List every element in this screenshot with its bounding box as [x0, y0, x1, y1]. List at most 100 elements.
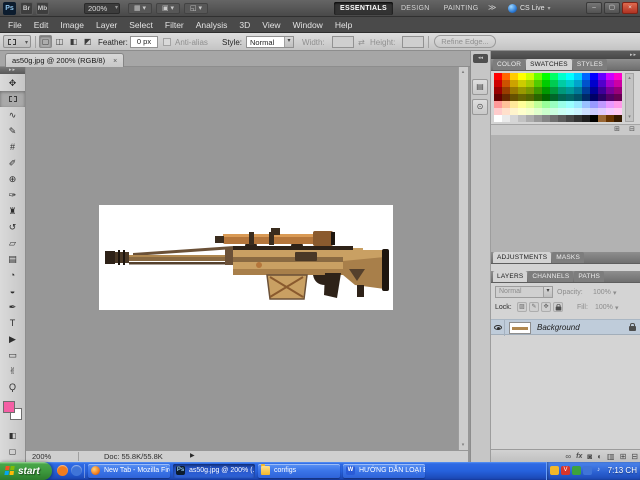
- spot-healing-brush-tool[interactable]: ⊕: [0, 171, 25, 187]
- swatch-4-4[interactable]: [526, 101, 534, 108]
- clone-stamp-tool[interactable]: ♜: [0, 203, 25, 219]
- panel-tab-styles[interactable]: STYLES: [572, 59, 607, 70]
- toolbar-expand-icon[interactable]: ▸▸: [0, 67, 25, 74]
- swatch-2-12[interactable]: [590, 87, 598, 94]
- swatch-0-4[interactable]: [526, 73, 534, 80]
- swatch-6-1[interactable]: [502, 115, 510, 122]
- workspace-design[interactable]: DESIGN: [395, 2, 436, 15]
- panel-tab-swatches[interactable]: SWATCHES: [526, 59, 572, 70]
- add-to-selection-icon[interactable]: ◫: [53, 35, 66, 48]
- swatch-6-15[interactable]: [614, 115, 622, 122]
- swatch-2-15[interactable]: [614, 87, 622, 94]
- swatch-6-12[interactable]: [590, 115, 598, 122]
- swatch-1-12[interactable]: [590, 80, 598, 87]
- swatch-1-10[interactable]: [574, 80, 582, 87]
- swatch-6-14[interactable]: [606, 115, 614, 122]
- swatches-scrollbar[interactable]: ▴ ▾: [625, 73, 634, 122]
- swatch-1-1[interactable]: [502, 80, 510, 87]
- swatch-3-9[interactable]: [566, 94, 574, 101]
- swatch-0-9[interactable]: [566, 73, 574, 80]
- swatch-2-6[interactable]: [542, 87, 550, 94]
- adjustment-layer-icon[interactable]: ◐: [597, 451, 602, 462]
- menu-3d[interactable]: 3D: [233, 17, 256, 33]
- mini-bridge-icon[interactable]: Mb: [36, 2, 49, 15]
- swatch-3-14[interactable]: [606, 94, 614, 101]
- swatch-2-5[interactable]: [534, 87, 542, 94]
- dodge-tool[interactable]: ◒: [0, 283, 25, 299]
- move-tool[interactable]: ✥: [0, 75, 25, 91]
- blur-tool[interactable]: ◔: [0, 267, 25, 283]
- swatch-4-5[interactable]: [534, 101, 542, 108]
- add-layer-mask-icon[interactable]: ◙: [587, 451, 592, 462]
- close-icon[interactable]: ×: [113, 58, 117, 65]
- minimize-button[interactable]: –: [586, 2, 602, 14]
- crop-tool[interactable]: #: [0, 139, 25, 155]
- swatch-3-6[interactable]: [542, 94, 550, 101]
- swatch-3-15[interactable]: [614, 94, 622, 101]
- swatch-6-10[interactable]: [574, 115, 582, 122]
- swatch-5-14[interactable]: [606, 108, 614, 115]
- swatch-3-0[interactable]: [494, 94, 502, 101]
- arrange-documents-icon[interactable]: ▣ ▾: [156, 3, 180, 14]
- swatch-0-2[interactable]: [510, 73, 518, 80]
- history-brush-tool[interactable]: ↺: [0, 219, 25, 235]
- quick-selection-tool[interactable]: ✎: [0, 123, 25, 139]
- screen-mode-button[interactable]: ▢: [0, 445, 25, 459]
- swatch-5-15[interactable]: [614, 108, 622, 115]
- menu-help[interactable]: Help: [329, 17, 358, 33]
- swatch-3-10[interactable]: [574, 94, 582, 101]
- scroll-down-icon[interactable]: ▾: [626, 114, 633, 120]
- scroll-down-icon[interactable]: ▾: [459, 442, 467, 448]
- swatch-0-15[interactable]: [614, 73, 622, 80]
- swatch-3-13[interactable]: [598, 94, 606, 101]
- zoom-level-control[interactable]: 200% ▾: [84, 3, 120, 14]
- swatch-0-12[interactable]: [590, 73, 598, 80]
- swatch-4-3[interactable]: [518, 101, 526, 108]
- vertical-scrollbar[interactable]: ▴ ▾: [458, 67, 468, 450]
- swatch-6-0[interactable]: [494, 115, 502, 122]
- swatch-3-11[interactable]: [582, 94, 590, 101]
- panel-tab-color[interactable]: COLOR: [493, 59, 526, 70]
- workspace-overflow-icon[interactable]: ≫: [488, 3, 496, 12]
- swatch-6-3[interactable]: [518, 115, 526, 122]
- screen-mode-icon[interactable]: ◱ ▾: [184, 3, 208, 14]
- swatch-1-13[interactable]: [598, 80, 606, 87]
- swatch-4-11[interactable]: [582, 101, 590, 108]
- swatch-5-4[interactable]: [526, 108, 534, 115]
- delete-swatch-icon[interactable]: ⊟: [626, 125, 638, 135]
- menu-filter[interactable]: Filter: [159, 17, 190, 33]
- swatch-5-6[interactable]: [542, 108, 550, 115]
- link-layers-icon[interactable]: ∞: [565, 451, 571, 462]
- swatch-2-11[interactable]: [582, 87, 590, 94]
- swatch-2-4[interactable]: [526, 87, 534, 94]
- status-zoom-field[interactable]: 200%: [32, 452, 51, 461]
- swatch-6-11[interactable]: [582, 115, 590, 122]
- swatch-2-0[interactable]: [494, 87, 502, 94]
- swatch-6-7[interactable]: [550, 115, 558, 122]
- close-button[interactable]: ×: [622, 2, 638, 14]
- swatch-5-0[interactable]: [494, 108, 502, 115]
- tray-icon-4[interactable]: [583, 466, 592, 475]
- swatch-6-4[interactable]: [526, 115, 534, 122]
- swatch-2-10[interactable]: [574, 87, 582, 94]
- swatch-1-4[interactable]: [526, 80, 534, 87]
- panel-tab-paths[interactable]: PATHS: [574, 271, 605, 282]
- tray-unikey-icon[interactable]: V: [561, 466, 570, 475]
- style-select[interactable]: Normal ▾: [246, 36, 294, 48]
- status-flyout-icon[interactable]: ▶: [190, 452, 195, 459]
- swatch-4-2[interactable]: [510, 101, 518, 108]
- type-tool[interactable]: T: [0, 315, 25, 331]
- swatch-5-13[interactable]: [598, 108, 606, 115]
- cs-live-button[interactable]: CS Live ▾: [506, 2, 572, 15]
- swatch-5-5[interactable]: [534, 108, 542, 115]
- zoom-tool[interactable]: Ϙ: [0, 379, 25, 395]
- swatch-4-12[interactable]: [590, 101, 598, 108]
- swatch-4-8[interactable]: [558, 101, 566, 108]
- new-layer-icon[interactable]: ⊞: [620, 451, 627, 462]
- document-image[interactable]: [99, 205, 393, 310]
- swatch-3-2[interactable]: [510, 94, 518, 101]
- swatch-1-2[interactable]: [510, 80, 518, 87]
- swatch-2-7[interactable]: [550, 87, 558, 94]
- workspace-essentials[interactable]: ESSENTIALS: [334, 2, 393, 15]
- scroll-up-icon[interactable]: ▴: [459, 69, 467, 75]
